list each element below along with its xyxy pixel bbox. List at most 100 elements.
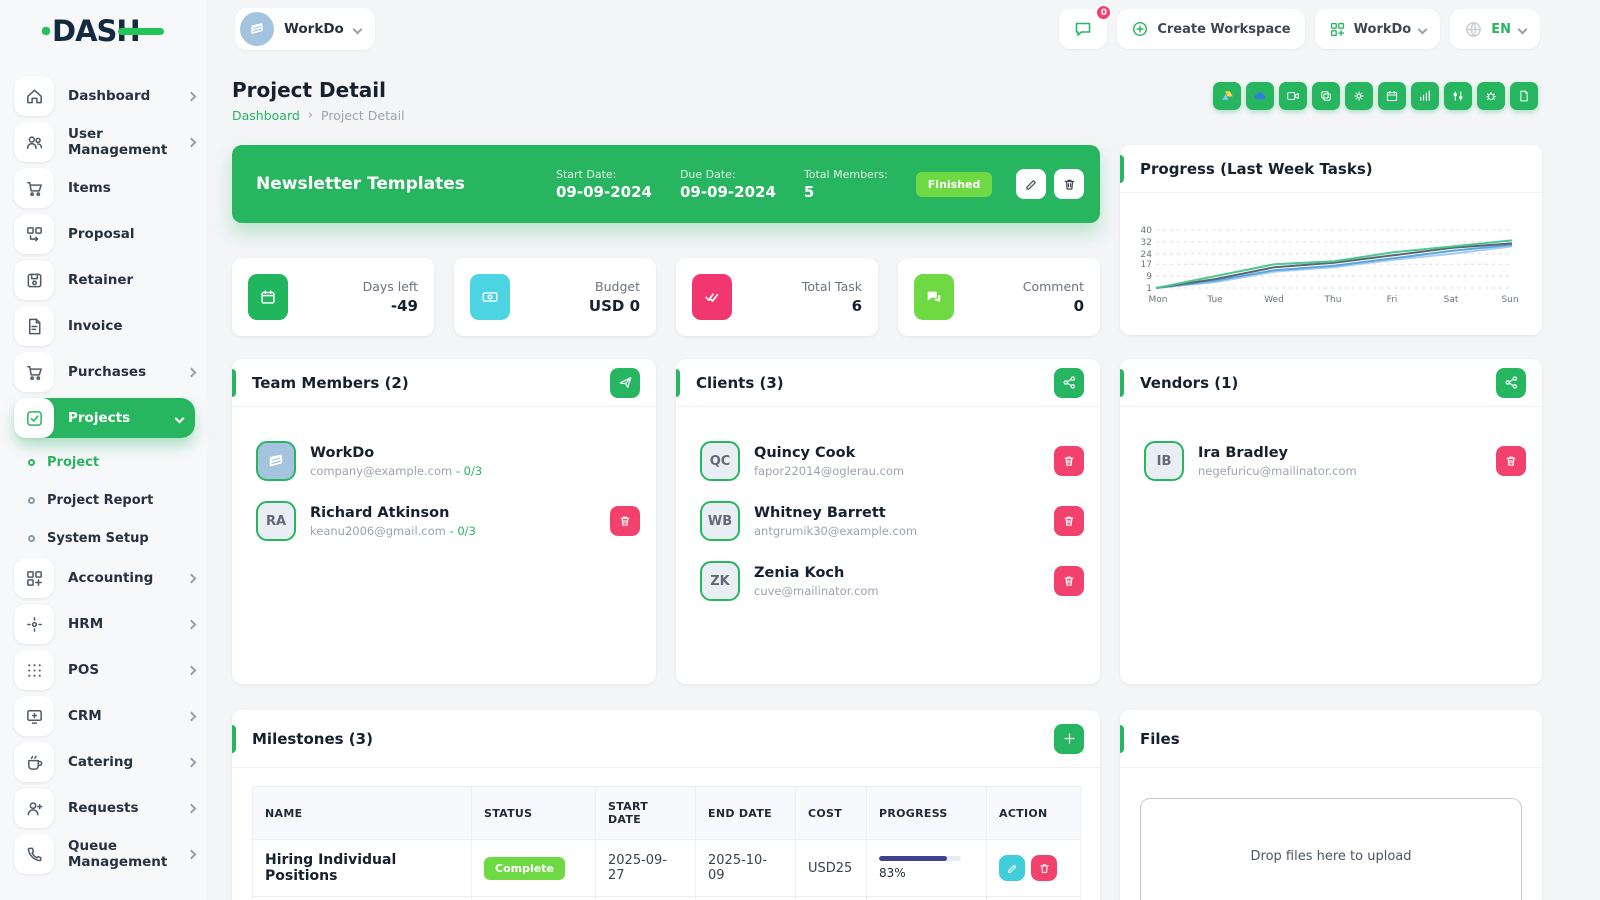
bullet-icon	[28, 497, 35, 504]
chat-bubbles-icon	[925, 288, 943, 306]
remove-client-button[interactable]	[1054, 566, 1084, 596]
delete-project-button[interactable]	[1054, 169, 1084, 199]
messages-button[interactable]: 0	[1059, 9, 1107, 49]
sidebar-subitem-project-report[interactable]: Project Report	[28, 482, 195, 518]
sidebar-subitem-project[interactable]: Project	[28, 444, 195, 480]
avatar: ZK	[700, 561, 740, 601]
user-plus-icon	[25, 799, 44, 818]
add-milestone-button[interactable]	[1054, 724, 1084, 754]
svg-text:Tue: Tue	[1206, 295, 1223, 305]
chevron-right-icon	[187, 619, 197, 629]
onedrive-button[interactable]	[1246, 82, 1274, 110]
logo-accent-dot	[42, 27, 50, 35]
workspace-menu[interactable]: WorkDo	[1315, 9, 1441, 49]
breadcrumb: Dashboard › Project Detail	[232, 108, 405, 123]
breadcrumb-dashboard-link[interactable]: Dashboard	[232, 108, 300, 123]
chevron-down-icon	[352, 24, 362, 34]
language-selector[interactable]: EN	[1450, 9, 1540, 49]
bug-button[interactable]	[1477, 82, 1505, 110]
stat-comment: Comment0	[898, 258, 1100, 336]
client-row: WB Whitney Barrettantgrumik30@example.co…	[676, 491, 1100, 551]
chevron-right-icon	[187, 91, 197, 101]
sidebar-item-retainer[interactable]: Retainer	[14, 260, 195, 300]
calendar-icon	[259, 288, 277, 306]
chevron-right-icon	[187, 137, 197, 147]
copy-button[interactable]	[1312, 82, 1340, 110]
chat-icon	[1073, 19, 1093, 39]
chevron-right-icon	[187, 803, 197, 813]
sliders-button[interactable]	[1444, 82, 1472, 110]
file-dropzone[interactable]: Drop files here to upload	[1140, 798, 1522, 900]
col-progress: PROGRESS	[867, 787, 987, 840]
remove-client-button[interactable]	[1054, 446, 1084, 476]
col-cost: COST	[796, 787, 867, 840]
remove-client-button[interactable]	[1054, 506, 1084, 536]
create-workspace-button[interactable]: Create Workspace	[1117, 9, 1304, 49]
svg-text:Thu: Thu	[1324, 295, 1342, 305]
sidebar-item-queue-management[interactable]: Queue Management	[14, 834, 195, 874]
milestones-table: NAME STATUS START DATE END DATE COST PRO…	[252, 786, 1081, 900]
project-name: Newsletter Templates	[256, 174, 556, 194]
chevron-down-icon	[1418, 24, 1428, 34]
stat-total-task: Total Task6	[676, 258, 878, 336]
google-drive-button[interactable]	[1213, 82, 1241, 110]
milestone-row: Communication Updates Incomplete 2025-10…	[253, 897, 1081, 900]
building-icon	[248, 20, 266, 38]
sidebar-item-proposal[interactable]: Proposal	[14, 214, 195, 254]
sidebar-item-items[interactable]: Items	[14, 168, 195, 208]
coffee-cup-icon	[25, 753, 44, 772]
sidebar: Dashboard User Management Items Proposal…	[0, 0, 207, 900]
meeting-video-button[interactable]	[1279, 82, 1307, 110]
avatar: IB	[1144, 441, 1184, 481]
edit-milestone-button[interactable]	[999, 855, 1025, 881]
grid-plus-icon	[1329, 21, 1346, 38]
delete-milestone-button[interactable]	[1031, 855, 1057, 881]
sidebar-item-purchases[interactable]: Purchases	[14, 352, 195, 392]
sidebar-item-user-management[interactable]: User Management	[14, 122, 195, 162]
money-bill-icon	[481, 288, 499, 306]
workspace-selector[interactable]: WorkDo	[235, 8, 375, 50]
sidebar-item-accounting[interactable]: Accounting	[14, 558, 195, 598]
chevron-right-icon	[187, 711, 197, 721]
sidebar-item-invoice[interactable]: Invoice	[14, 306, 195, 346]
svg-text:24: 24	[1141, 250, 1153, 260]
sidebar-item-dashboard[interactable]: Dashboard	[14, 76, 195, 116]
plus-circle-icon	[1131, 20, 1149, 38]
card-title: Clients (3)	[696, 374, 1054, 392]
chevron-right-icon	[187, 665, 197, 675]
edit-project-button[interactable]	[1016, 169, 1046, 199]
app-logo[interactable]: DASH	[52, 14, 140, 48]
sidebar-item-pos[interactable]: POS	[14, 650, 195, 690]
share-vendors-button[interactable]	[1496, 368, 1526, 398]
sidebar-item-crm[interactable]: CRM	[14, 696, 195, 736]
chevron-down-icon	[1518, 24, 1528, 34]
card-title: Team Members (2)	[252, 374, 610, 392]
remove-member-button[interactable]	[610, 506, 640, 536]
card-title: Milestones (3)	[252, 730, 1054, 748]
svg-text:Sun: Sun	[1501, 295, 1518, 305]
chevron-down-icon	[175, 413, 185, 423]
document-button[interactable]	[1510, 82, 1538, 110]
cart-icon	[25, 363, 44, 382]
grid-plus-icon	[25, 569, 44, 588]
client-row: QC Quincy Cookfapor22014@oglerau.com	[676, 431, 1100, 491]
save-icon	[25, 271, 44, 290]
invite-member-button[interactable]	[610, 368, 640, 398]
check-square-icon	[25, 409, 44, 428]
bar-chart-button[interactable]	[1411, 82, 1439, 110]
sidebar-item-hrm[interactable]: HRM	[14, 604, 195, 644]
calendar-button[interactable]	[1378, 82, 1406, 110]
svg-text:Fri: Fri	[1387, 295, 1398, 305]
settings-gear-button[interactable]	[1345, 82, 1373, 110]
sidebar-subitem-system-setup[interactable]: System Setup	[28, 520, 195, 556]
sidebar-item-requests[interactable]: Requests	[14, 788, 195, 828]
progress-chart-card: Progress (Last Week Tasks) 40 32 24 17 9…	[1120, 145, 1542, 335]
sidebar-item-catering[interactable]: Catering	[14, 742, 195, 782]
remove-vendor-button[interactable]	[1496, 446, 1526, 476]
col-name: NAME	[253, 787, 472, 840]
sidebar-item-projects[interactable]: Projects	[14, 398, 195, 438]
double-check-icon	[703, 288, 721, 306]
share-clients-button[interactable]	[1054, 368, 1084, 398]
chevron-right-icon	[187, 367, 197, 377]
proposal-icon	[25, 225, 44, 244]
